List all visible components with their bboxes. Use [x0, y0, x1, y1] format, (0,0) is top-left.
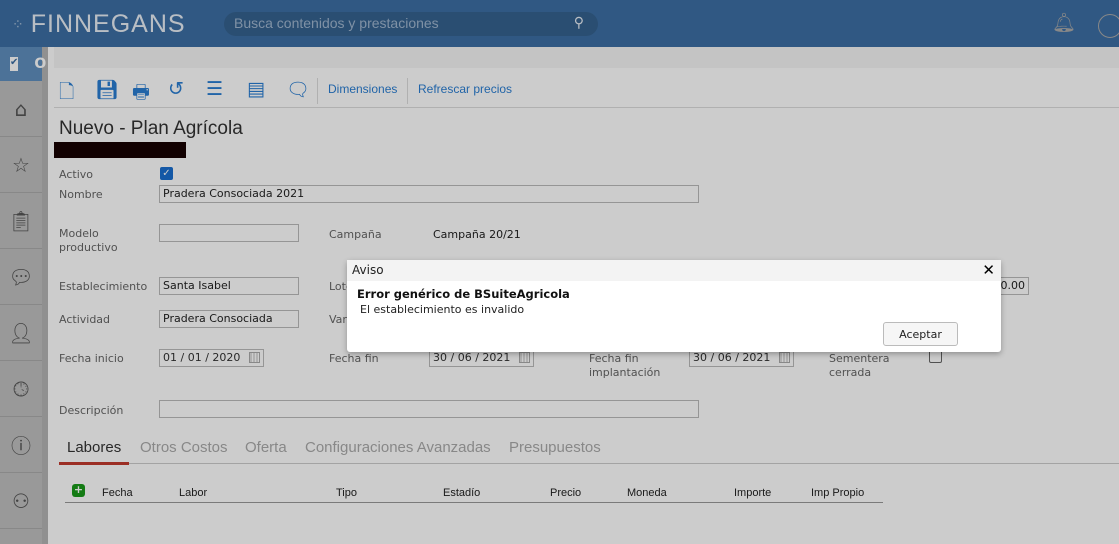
close-icon[interactable]: ✕ [982, 261, 995, 279]
dialog-message: El establecimiento es invalido [360, 303, 525, 316]
dialog-titlebar: Aviso ✕ [347, 260, 1001, 281]
dialog-title: Aviso [352, 263, 384, 277]
dialog-error-heading: Error genérico de BSuiteAgricola [357, 287, 570, 301]
aceptar-button[interactable]: Aceptar [883, 322, 958, 346]
alert-dialog: Aviso ✕ Error genérico de BSuiteAgricola … [347, 260, 1001, 352]
